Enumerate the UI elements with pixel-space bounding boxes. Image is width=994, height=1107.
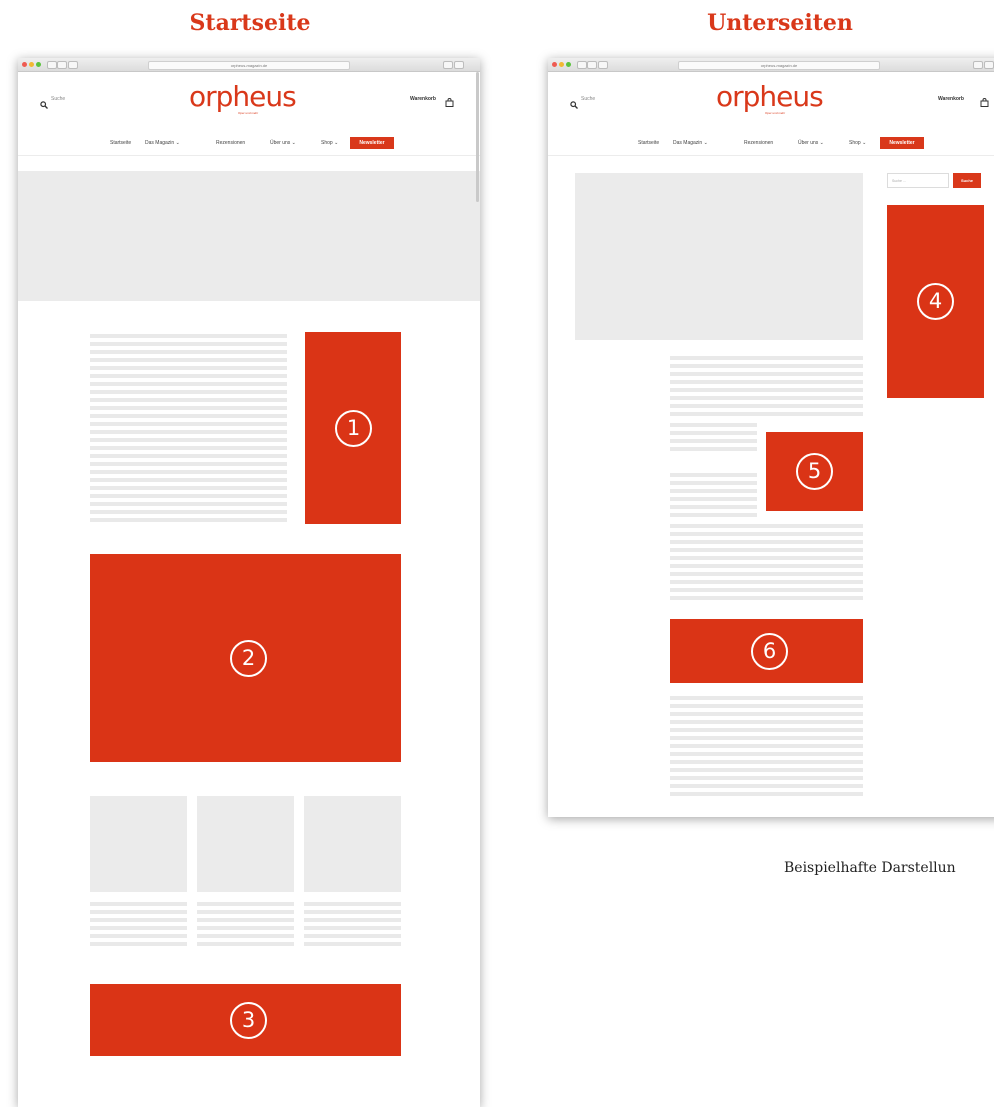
marker-6: 6: [751, 633, 788, 670]
teaser-text-1: [90, 902, 187, 948]
marker-4: 4: [917, 283, 954, 320]
article-text-block: [670, 356, 863, 419]
heading-startseite: Startseite: [189, 10, 311, 36]
close-dot-icon[interactable]: [552, 62, 557, 67]
scrollbar[interactable]: [476, 72, 479, 202]
ad-slot-4: 4: [887, 205, 984, 398]
hero-image-placeholder: [18, 171, 480, 301]
site-logo[interactable]: orpheus: [189, 80, 297, 113]
sidebar-search-input[interactable]: Suche ...: [887, 173, 949, 188]
article-image-placeholder: [575, 173, 863, 340]
newsletter-button[interactable]: Newsletter: [880, 137, 924, 149]
article-text-block: [670, 696, 863, 796]
sidebar-toggle-icon[interactable]: [598, 61, 608, 69]
browser-window-startseite: orpheus-magazin.de Suche orpheus Oper un…: [18, 58, 480, 1107]
maximize-dot-icon[interactable]: [566, 62, 571, 67]
teaser-text-3: [304, 902, 401, 948]
back-icon[interactable]: [47, 61, 57, 69]
sidebar-search-button[interactable]: Suche: [953, 173, 981, 188]
nav-shop[interactable]: Shop ⌄: [849, 140, 866, 146]
nav-das-magazin[interactable]: Das Magazin ⌄: [673, 140, 708, 146]
article-text-block: [670, 423, 757, 455]
search-icon[interactable]: [40, 96, 48, 109]
browser-titlebar: orpheus-magazin.de: [18, 58, 480, 72]
share-icon[interactable]: [973, 61, 983, 69]
share-icon[interactable]: [443, 61, 453, 69]
browser-window-unterseiten: orpheus-magazin.de Suche orpheus Oper un…: [548, 58, 994, 817]
teaser-image-1: [90, 796, 187, 892]
article-text-block: [670, 473, 757, 521]
ad-slot-1: 1: [305, 332, 401, 524]
forward-icon[interactable]: [587, 61, 597, 69]
ad-slot-6: 6: [670, 619, 863, 683]
minimize-dot-icon[interactable]: [559, 62, 564, 67]
cart-label[interactable]: Warenkorb: [938, 96, 964, 102]
ad-slot-5: 5: [766, 432, 863, 511]
tabs-icon[interactable]: [454, 61, 464, 69]
nav-ueber-uns[interactable]: Über uns ⌄: [798, 140, 824, 146]
nav-startseite[interactable]: Startseite: [110, 140, 131, 146]
nav-divider: [18, 155, 480, 156]
teaser-image-2: [197, 796, 294, 892]
cart-icon[interactable]: [445, 94, 454, 107]
back-icon[interactable]: [577, 61, 587, 69]
header-search-label[interactable]: Suche: [51, 96, 65, 102]
article-text-block: [670, 524, 863, 604]
newsletter-button[interactable]: Newsletter: [350, 137, 394, 149]
teaser-text-2: [197, 902, 294, 948]
nav-ueber-uns[interactable]: Über uns ⌄: [270, 140, 296, 146]
cart-label[interactable]: Warenkorb: [410, 96, 436, 102]
maximize-dot-icon[interactable]: [36, 62, 41, 67]
nav-shop[interactable]: Shop ⌄: [321, 140, 338, 146]
address-bar[interactable]: orpheus-magazin.de: [148, 61, 350, 70]
close-dot-icon[interactable]: [22, 62, 27, 67]
minimize-dot-icon[interactable]: [29, 62, 34, 67]
nav-das-magazin[interactable]: Das Magazin ⌄: [145, 140, 180, 146]
browser-titlebar: orpheus-magazin.de: [548, 58, 994, 72]
site-logo[interactable]: orpheus: [716, 80, 824, 113]
nav-rezensionen[interactable]: Rezensionen: [216, 140, 245, 146]
ad-slot-3: 3: [90, 984, 401, 1056]
nav-startseite[interactable]: Startseite: [638, 140, 659, 146]
forward-icon[interactable]: [57, 61, 67, 69]
marker-5: 5: [796, 453, 833, 490]
tabs-icon[interactable]: [984, 61, 994, 69]
search-icon[interactable]: [570, 96, 578, 109]
text-block: [90, 334, 287, 524]
caption: Beispielhafte Darstellun: [784, 860, 956, 876]
site-tagline: Oper und mehr: [238, 111, 259, 115]
nav-rezensionen[interactable]: Rezensionen: [744, 140, 773, 146]
heading-unterseiten: Unterseiten: [707, 10, 853, 36]
nav-divider: [548, 155, 994, 156]
marker-2: 2: [230, 640, 267, 677]
address-bar[interactable]: orpheus-magazin.de: [678, 61, 880, 70]
marker-3: 3: [230, 1002, 267, 1039]
ad-slot-2: 2: [90, 554, 401, 762]
header-search-label[interactable]: Suche: [581, 96, 595, 102]
sidebar-toggle-icon[interactable]: [68, 61, 78, 69]
site-tagline: Oper und mehr: [765, 111, 786, 115]
teaser-image-3: [304, 796, 401, 892]
cart-icon[interactable]: [980, 94, 989, 107]
marker-1: 1: [335, 410, 372, 447]
